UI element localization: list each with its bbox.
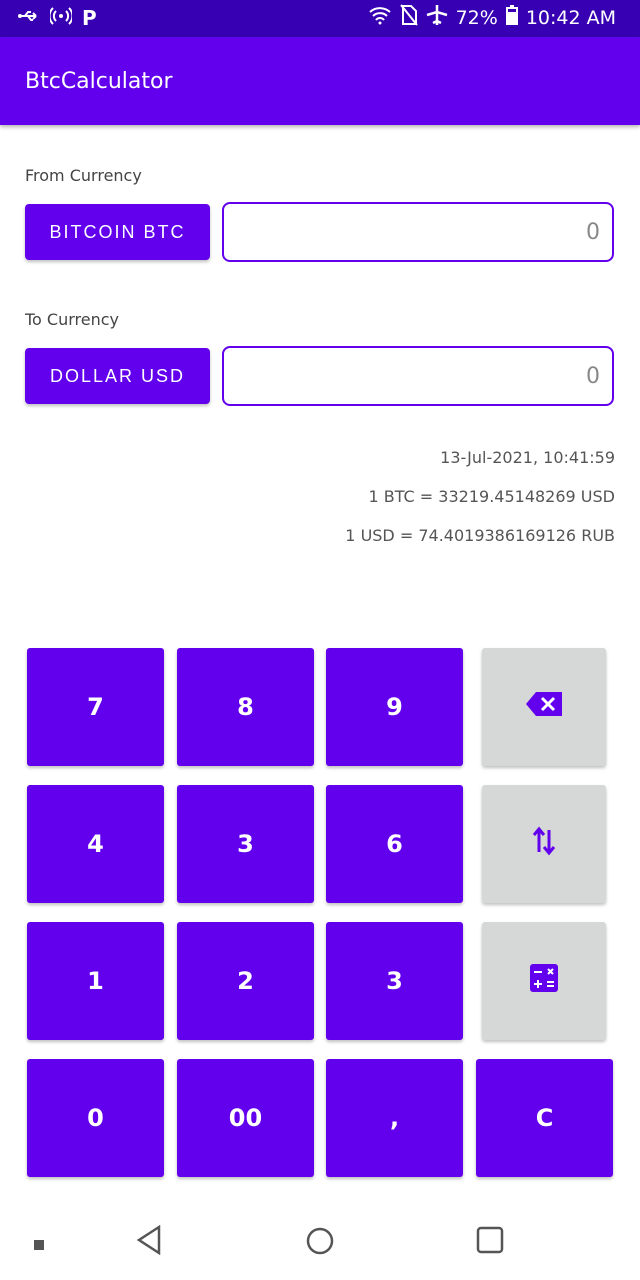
to-currency-label: To Currency: [25, 310, 120, 329]
status-left-icons: P: [18, 6, 97, 30]
key-clear[interactable]: C: [476, 1059, 613, 1177]
battery-percent: 72%: [455, 6, 498, 29]
to-amount-value: 0: [586, 363, 600, 389]
key-2[interactable]: 2: [177, 922, 314, 1040]
battery-icon: [505, 5, 518, 30]
usb-icon: [18, 8, 40, 28]
airplane-icon: [426, 4, 448, 31]
nav-menu-icon[interactable]: [34, 1235, 44, 1254]
app-bar: BtcCalculator: [0, 37, 640, 125]
from-amount-value: 0: [586, 219, 600, 245]
home-icon[interactable]: [305, 1226, 335, 1260]
wifi-icon: [368, 5, 392, 30]
key-0[interactable]: 0: [27, 1059, 164, 1177]
key-9[interactable]: 9: [326, 648, 463, 766]
backspace-button[interactable]: [482, 648, 606, 766]
key-8[interactable]: 8: [177, 648, 314, 766]
calculator-button[interactable]: [482, 922, 606, 1040]
key-4[interactable]: 4: [27, 785, 164, 903]
key-00[interactable]: 00: [177, 1059, 314, 1177]
status-bar: P 72% 10:42 AM: [0, 0, 640, 37]
back-icon[interactable]: [136, 1224, 162, 1259]
hotspot-icon: [48, 6, 74, 30]
key-1[interactable]: 1: [27, 922, 164, 1040]
to-amount-field[interactable]: 0: [222, 346, 614, 406]
rate-usd-rub: 1 USD = 74.4019386169126 RUB: [345, 526, 615, 545]
key-5[interactable]: 3: [177, 785, 314, 903]
from-currency-button[interactable]: BITCOIN BTC: [25, 204, 210, 260]
app-title: BtcCalculator: [25, 69, 173, 94]
key-comma[interactable]: ,: [326, 1059, 463, 1177]
no-sim-icon: [399, 4, 418, 31]
from-currency-label: From Currency: [25, 166, 142, 185]
rate-timestamp: 13-Jul-2021, 10:41:59: [440, 448, 615, 467]
parking-icon: P: [82, 6, 97, 30]
key-3[interactable]: 3: [326, 922, 463, 1040]
to-currency-button[interactable]: DOLLAR USD: [25, 348, 210, 404]
swap-button[interactable]: [482, 785, 606, 903]
key-6[interactable]: 6: [326, 785, 463, 903]
swap-icon: [532, 826, 556, 862]
backspace-icon: [524, 690, 564, 724]
key-7[interactable]: 7: [27, 648, 164, 766]
recents-icon[interactable]: [476, 1226, 504, 1258]
status-time: 10:42 AM: [525, 6, 616, 29]
navigation-bar: [0, 1200, 640, 1280]
status-right-icons: 72% 10:42 AM: [368, 4, 616, 31]
rate-btc-usd: 1 BTC = 33219.45148269 USD: [368, 487, 615, 506]
from-amount-field[interactable]: 0: [222, 202, 614, 262]
calculator-icon: [529, 963, 559, 999]
